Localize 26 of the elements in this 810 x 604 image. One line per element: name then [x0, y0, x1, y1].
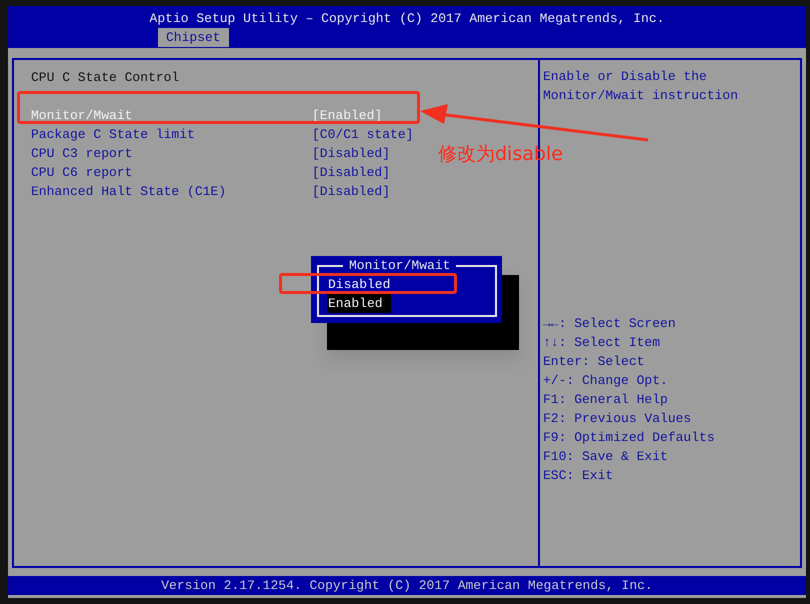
setting-value[interactable]: [Disabled]	[312, 182, 390, 201]
key-hint: F1: General Help	[543, 391, 669, 409]
section-title: CPU C State Control	[31, 69, 180, 87]
setting-label[interactable]: Enhanced Halt State (C1E)	[31, 182, 226, 201]
tab[interactable]: Chipset	[158, 28, 229, 47]
window-title: Aptio Setup Utility – Copyright (C) 2017 American Megatrends, Inc.	[148, 10, 666, 28]
key-hint: F10: Save & Exit	[543, 448, 669, 466]
key-hint: ↑↓: Select Item	[543, 334, 662, 352]
setting-value[interactable]: [Disabled]	[312, 144, 390, 163]
key-hint: ESC: Exit	[543, 467, 614, 485]
key-hint: →←: Select Screen	[543, 315, 677, 333]
key-hint: +/-: Change Opt.	[543, 372, 669, 390]
popup-option[interactable]: Enabled	[327, 294, 392, 313]
setting-value[interactable]: [Enabled]	[312, 106, 382, 125]
status-bar: Version 2.17.1254. Copyright (C) 2017 American Megatrends, Inc.	[8, 576, 806, 595]
setting-label[interactable]: CPU C6 report	[31, 163, 132, 182]
setting-value[interactable]: [Disabled]	[312, 163, 390, 182]
setting-label[interactable]: Package C State limit	[31, 125, 195, 144]
popup-option[interactable]: Disabled	[327, 275, 392, 294]
key-hint: F2: Previous Values	[543, 410, 692, 428]
setting-label[interactable]: Monitor/Mwait	[31, 106, 132, 125]
help-text: Enable or Disable the Monitor/Mwait instruction	[543, 68, 738, 105]
setting-value[interactable]: [C0/C1 state]	[312, 125, 414, 144]
setting-label[interactable]: CPU C3 report	[31, 144, 132, 163]
key-hint: Enter: Select	[543, 353, 646, 371]
key-hint: F9: Optimized Defaults	[543, 429, 716, 447]
